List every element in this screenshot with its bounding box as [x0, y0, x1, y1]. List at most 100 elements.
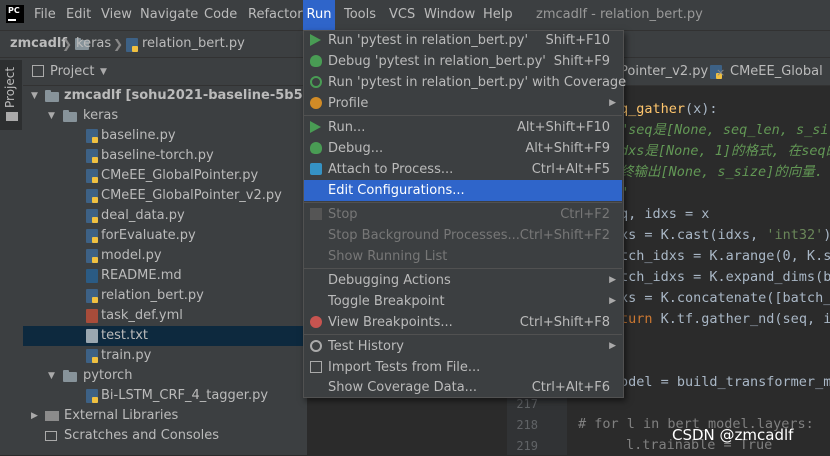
text-file-icon — [86, 329, 98, 343]
chevron-right-icon: ▶ — [609, 296, 616, 306]
project-panel-title[interactable]: Project — [50, 58, 94, 86]
breadcrumb-project[interactable]: zmcadlf — [10, 31, 67, 57]
chevron-down-icon[interactable]: ▼ — [48, 106, 55, 126]
menu-item-show-coverage[interactable]: Show Coverage Data... Ctrl+Alt+F6 — [304, 377, 622, 398]
folder-icon — [6, 112, 18, 121]
tree-file[interactable]: CMeEE_GlobalPointer.py — [23, 166, 307, 186]
menu-separator — [304, 115, 622, 116]
menu-item-label: Toggle Breakpoint — [328, 294, 445, 309]
python-file-icon — [86, 389, 98, 403]
menu-item-label: Run 'pytest in relation_bert.py' — [328, 33, 529, 48]
menu-item-label: Run 'pytest in relation_bert.py' with Co… — [328, 75, 627, 90]
menu-vcs[interactable]: VCS — [385, 0, 419, 30]
menu-edit[interactable]: Edit — [62, 0, 95, 30]
menu-item-run-coverage[interactable]: Run 'pytest in relation_bert.py' with Co… — [304, 72, 626, 93]
chevron-down-icon[interactable]: ▼ — [31, 86, 38, 106]
code-line: xs = K.concatenate([batch_ — [620, 290, 830, 306]
tree-item-label: relation_bert.py — [101, 288, 204, 303]
tab-cmeee-global[interactable]: CMeEE_Global — [710, 58, 823, 86]
menu-item-label: Debug... — [328, 141, 384, 156]
code-line: 终输出[None, s_size]的向量. — [620, 164, 823, 180]
tree-file[interactable]: baseline-torch.py — [23, 146, 307, 166]
menu-code[interactable]: Code — [200, 0, 241, 30]
menu-refactor[interactable]: Refactor — [244, 0, 307, 30]
menu-item-run-pytest[interactable]: Run 'pytest in relation_bert.py' Shift+F… — [304, 30, 622, 51]
tab-label: Pointer_v2.py — [620, 64, 709, 79]
menu-help[interactable]: Help — [479, 0, 517, 30]
tree-root[interactable]: ▼ zmcadlf [sohu2021-baseline-5b51f42da2 — [23, 86, 363, 106]
breadcrumb-separator-icon: ❯ — [62, 37, 73, 51]
menu-item-toggle-breakpoint[interactable]: Toggle Breakpoint ▶ — [304, 291, 622, 312]
tree-file[interactable]: README.md — [23, 266, 307, 286]
code-line: tch_idxs = K.expand_dims(b — [620, 269, 830, 285]
menu-navigate[interactable]: Navigate — [136, 0, 202, 30]
import-icon — [310, 361, 322, 373]
tree-file-selected[interactable]: test.txt — [23, 326, 307, 346]
project-tool-tab-label: Project — [3, 66, 17, 108]
code-line: q_gather(x): — [620, 101, 718, 117]
menu-item-label: Show Coverage Data... — [328, 380, 478, 395]
menu-item-stop-background[interactable]: Stop Background Processes... Ctrl+Shift+… — [304, 225, 622, 246]
tree-external-libraries[interactable]: ▶ External Libraries — [23, 406, 307, 426]
tree-file[interactable]: forEvaluate.py — [23, 226, 307, 246]
tree-file[interactable]: task_def.yml — [23, 306, 307, 326]
tree-scratches[interactable]: Scratches and Consoles — [23, 426, 307, 446]
tree-file[interactable]: model.py — [23, 246, 307, 266]
menu-item-label: Debugging Actions — [328, 273, 451, 288]
tree-folder-keras[interactable]: ▼ keras — [23, 106, 307, 126]
menu-item-label: Run... — [328, 120, 366, 135]
close-icon[interactable]: × — [716, 66, 725, 79]
project-view-icon — [32, 65, 44, 77]
line-number: 219 — [516, 439, 538, 453]
folder-icon — [45, 90, 59, 102]
menu-item-debug-dialog[interactable]: Debug... Alt+Shift+F9 — [304, 138, 622, 159]
menu-item-run-dialog[interactable]: Run... Alt+Shift+F10 — [304, 117, 622, 138]
menu-file[interactable]: File — [30, 0, 60, 30]
menu-item-view-breakpoints[interactable]: View Breakpoints... Ctrl+Shift+F8 — [304, 312, 622, 333]
code-line: odel = build_transformer_m — [620, 374, 830, 390]
breadcrumb-file[interactable]: relation_bert.py — [142, 31, 245, 57]
tree-item-label: keras — [83, 108, 119, 123]
menu-item-show-running-list[interactable]: Show Running List — [304, 246, 622, 267]
tree-file[interactable]: relation_bert.py — [23, 286, 307, 306]
scratches-icon — [45, 431, 57, 441]
menu-item-stop[interactable]: Stop Ctrl+F2 — [304, 204, 622, 225]
menu-run[interactable]: Run — [303, 0, 335, 30]
tree-item-label: train.py — [101, 348, 152, 363]
chevron-right-icon[interactable]: ▶ — [31, 406, 38, 426]
menu-item-import-tests[interactable]: Import Tests from File... — [304, 357, 622, 378]
menu-item-label: Stop Background Processes... — [328, 228, 520, 243]
menu-view[interactable]: View — [97, 0, 136, 30]
tree-file[interactable]: baseline.py — [23, 126, 307, 146]
breadcrumb-keras[interactable]: keras — [76, 31, 111, 57]
chevron-down-icon[interactable]: ▼ — [48, 366, 55, 386]
menu-item-shortcut: Ctrl+F2 — [560, 207, 610, 222]
python-file-icon — [86, 189, 98, 203]
python-file-icon — [86, 129, 98, 143]
menu-item-debug-pytest[interactable]: Debug 'pytest in relation_bert.py' Shift… — [304, 51, 622, 72]
menu-item-debugging-actions[interactable]: Debugging Actions ▶ — [304, 270, 622, 291]
menu-item-profile[interactable]: Profile ▶ — [304, 93, 622, 114]
menu-separator — [304, 202, 622, 203]
tree-item-label: deal_data.py — [101, 208, 185, 223]
tab-cmeee-globalpointer-v2[interactable]: Pointer_v2.py — [620, 58, 708, 86]
python-file-icon — [86, 289, 98, 303]
tree-folder-pytorch[interactable]: ▼ pytorch — [23, 366, 307, 386]
tree-file[interactable]: deal_data.py — [23, 206, 307, 226]
tree-file[interactable]: CMeEE_GlobalPointer_v2.py — [23, 186, 307, 206]
chevron-down-icon[interactable]: ▼ — [100, 58, 107, 86]
menu-tools[interactable]: Tools — [340, 0, 380, 30]
breakpoints-icon — [310, 316, 322, 328]
menu-item-edit-configurations[interactable]: Edit Configurations... — [304, 180, 622, 201]
tree-file[interactable]: Bi-LSTM_CRF_4_tagger.py — [23, 386, 307, 406]
breadcrumb-separator-icon: ❯ — [113, 37, 124, 51]
menu-item-attach-process[interactable]: Attach to Process... Ctrl+Alt+F5 — [304, 159, 622, 180]
tree-file[interactable]: train.py — [23, 346, 307, 366]
menu-item-test-history[interactable]: Test History ▶ — [304, 336, 622, 357]
code-line: turn K.tf.gather_nd(seq, i — [620, 311, 830, 327]
tree-item-label: pytorch — [83, 368, 133, 383]
chevron-right-icon: ▶ — [609, 275, 616, 285]
library-icon — [45, 411, 59, 421]
stop-icon — [310, 208, 322, 220]
menu-window[interactable]: Window — [420, 0, 479, 30]
